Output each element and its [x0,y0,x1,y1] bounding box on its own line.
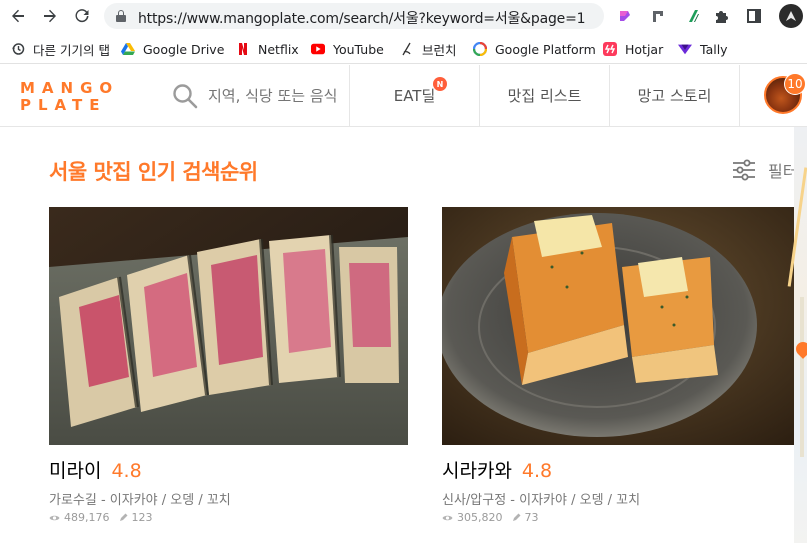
bookmark-google-drive[interactable]: Google Drive [121,40,224,58]
extension-puzzle-corner-icon[interactable] [650,7,668,25]
netflix-icon [236,42,250,56]
notification-count-badge[interactable]: 10 [784,73,806,95]
filter-sliders-icon [733,159,755,181]
restaurant-photo[interactable] [49,207,408,445]
page-title: 서울 맛집 인기 검색순위 [49,160,258,184]
bookmark-other-devices-tabs[interactable]: 다른 기기의 탭 [11,40,110,58]
mangoplate-logo[interactable]: MANGO PLATE [20,80,124,114]
restaurant-rating: 4.8 [521,460,553,482]
hotjar-icon [603,42,617,56]
nav-restaurant-lists[interactable]: 맛집 리스트 [479,65,609,126]
address-bar[interactable]: https://www.mangoplate.com/search/서울?key… [104,3,604,29]
nav-mango-story[interactable]: 망고 스토리 [609,65,739,126]
new-badge: N [433,77,447,91]
view-count: 489,176 [64,511,110,524]
url-text: https://www.mangoplate.com/search/서울?key… [138,11,586,27]
bookmark-tally[interactable]: Tally [678,40,728,58]
eye-icon [49,515,60,520]
side-panel-icon[interactable] [745,7,763,25]
search-icon[interactable] [172,83,198,109]
restaurant-stats: 489,176 123 [49,511,162,524]
bookmark-hotjar[interactable]: Hotjar [603,40,663,58]
search-input[interactable] [208,84,348,108]
youtube-icon [311,42,325,56]
restaurant-rating: 4.8 [111,460,142,482]
bookmark-brunch[interactable]: 브런치 [400,40,457,58]
bookmark-youtube[interactable]: YouTube [311,40,384,58]
map-panel-edge[interactable] [787,127,807,543]
back-icon[interactable] [6,5,30,27]
pencil-icon [119,513,127,521]
restaurant-name[interactable]: 미라이 [49,456,101,483]
bookmarks-bar: 다른 기기의 탭 Google Drive Netflix YouTube 브런… [0,33,807,64]
restaurant-location-category: 신사/압구정 - 이자카야 / 오뎅 / 꼬치 [442,493,641,508]
forward-icon[interactable] [38,5,62,27]
eye-icon [442,515,453,520]
tally-icon [678,42,692,56]
reload-icon[interactable] [70,5,94,27]
pencil-icon [512,513,520,521]
restaurant-stats: 305,820 73 [442,511,548,524]
browser-profile-avatar[interactable] [779,4,803,28]
review-count: 123 [131,511,153,524]
view-count: 305,820 [457,511,503,524]
bookmark-google-platform[interactable]: Google Platform [473,40,596,58]
lock-icon [116,10,126,22]
review-count: 73 [524,511,539,524]
extension-loop-icon[interactable] [616,7,634,25]
google-platform-icon [473,42,487,56]
browser-toolbar: https://www.mangoplate.com/search/서울?key… [0,0,807,33]
filter-button[interactable]: 필터 [732,158,797,182]
site-header: MANGO PLATE EAT딜 N 맛집 리스트 망고 스토리 10 [0,65,807,127]
restaurant-card[interactable]: 미라이 4.8 가로수길 - 이자카야 / 오뎅 / 꼬치 489,176 12… [49,207,408,537]
brunch-icon [400,42,414,56]
nav-eat-deal[interactable]: EAT딜 N [349,65,479,126]
bookmark-netflix[interactable]: Netflix [236,40,299,58]
restaurant-card[interactable]: 시라카와 4.8 신사/압구정 - 이자카야 / 오뎅 / 꼬치 305,820… [442,207,794,537]
restaurant-location-category: 가로수길 - 이자카야 / 오뎅 / 꼬치 [49,493,231,508]
restaurant-name[interactable]: 시라카와 [442,456,512,483]
history-icon [11,42,25,56]
extension-slash-icon[interactable] [684,7,702,25]
extensions-puzzle-icon[interactable] [712,7,730,25]
restaurant-photo[interactable] [442,207,794,445]
google-drive-icon [121,42,135,56]
